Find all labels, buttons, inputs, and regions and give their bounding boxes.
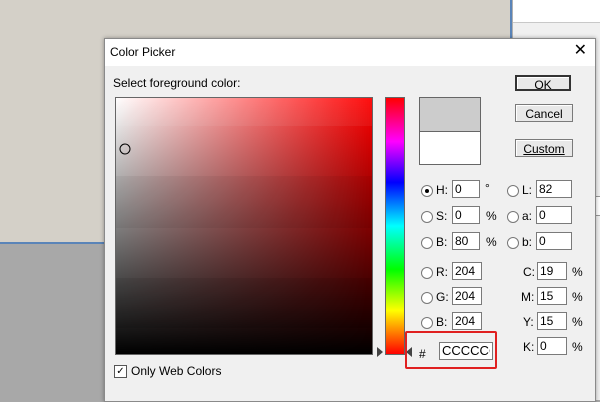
only-web-colors-checkbox[interactable]: ✓ [114,365,127,378]
blue-radio[interactable] [421,317,433,329]
only-web-colors-label: Only Web Colors [131,364,222,378]
h-unit: ° [485,181,490,195]
c-label: C: [523,265,535,279]
custom-button-label: Custom [523,142,565,156]
brightness-radio[interactable] [421,237,433,249]
l-label: L: [522,183,533,197]
lab-b-label: b: [522,235,533,249]
s-unit: % [486,209,497,223]
a-channel-field[interactable] [536,206,572,224]
saturation-field[interactable] [452,206,480,224]
y-label: Y: [523,315,534,329]
hex-field[interactable] [439,342,493,360]
previous-color-swatch[interactable] [419,131,481,165]
b-unit: % [486,235,497,249]
black-field[interactable] [537,337,567,355]
hue-slider[interactable] [385,97,405,355]
blue-field[interactable] [452,312,482,330]
current-color-swatch [419,97,481,132]
c-unit: % [572,265,583,279]
green-field[interactable] [452,287,482,305]
hue-field[interactable] [452,180,480,198]
brightness-field[interactable] [452,232,480,250]
title-bar: Color Picker ✕ [105,39,595,66]
a-label: a: [522,209,533,223]
color-field[interactable] [115,97,373,355]
custom-button[interactable]: Custom [515,139,573,157]
k-label: K: [523,340,535,354]
r-label: R: [436,265,448,279]
slider-arrow-left-icon[interactable] [377,347,383,357]
select-foreground-label: Select foreground color: [113,76,241,90]
y-unit: % [572,315,583,329]
b-channel-field[interactable] [536,232,572,250]
k-unit: % [572,340,583,354]
b-label: B: [436,235,448,249]
b-channel-radio[interactable] [507,237,519,249]
color-picker-dialog: Color Picker ✕ Select foreground color: … [104,38,596,402]
a-channel-radio[interactable] [507,211,519,223]
background-panel-bar [513,0,600,23]
green-radio[interactable] [421,292,433,304]
yellow-field[interactable] [537,312,567,330]
saturation-radio[interactable] [421,211,433,223]
blue-label: B: [436,315,448,329]
m-unit: % [572,290,583,304]
lightness-radio[interactable] [507,185,519,197]
ok-button[interactable]: OK [515,75,571,92]
red-field[interactable] [452,262,482,280]
hex-label: # [419,347,426,361]
s-label: S: [436,209,448,223]
lightness-field[interactable] [536,180,572,198]
g-label: G: [436,290,449,304]
magenta-field[interactable] [537,287,567,305]
red-radio[interactable] [421,267,433,279]
hue-radio[interactable] [421,185,433,197]
h-label: H: [436,183,448,197]
close-icon[interactable]: ✕ [574,42,587,60]
cancel-button[interactable]: Cancel [515,104,573,122]
m-label: M: [521,290,535,304]
cyan-field[interactable] [537,262,567,280]
dialog-title: Color Picker [110,45,176,59]
